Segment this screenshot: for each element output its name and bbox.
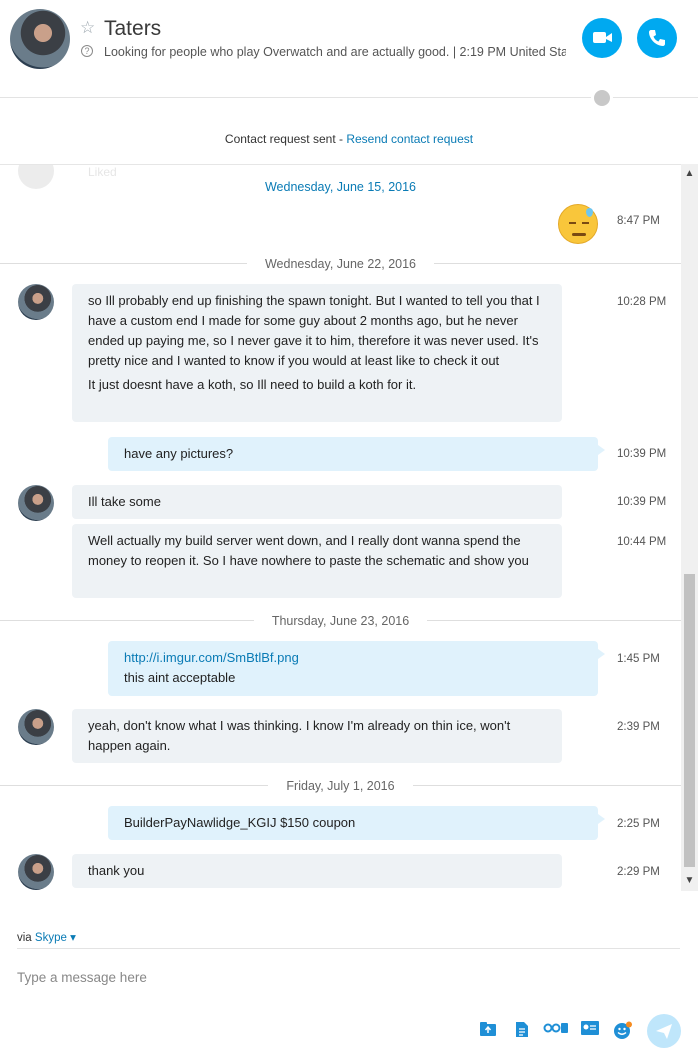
message-text: yeah, don't know what I was thinking. I … — [88, 718, 511, 753]
message-time: 2:25 PM — [617, 818, 660, 830]
date-separator: Wednesday, June 15, 2016 — [0, 180, 681, 194]
video-message-icon[interactable] — [543, 1021, 569, 1041]
message-text: Ill take some — [88, 494, 161, 509]
sender-avatar[interactable] — [18, 284, 54, 320]
message-text: BuilderPayNawlidge_KGIJ $150 coupon — [124, 815, 356, 830]
faded-message: Liked — [88, 165, 117, 179]
message-history[interactable]: Liked Wednesday, June 15, 2016 8:47 PM W… — [0, 164, 698, 891]
message-text: have any pictures? — [124, 446, 234, 461]
conversation-header: ☆ Taters ? Looking for people who play O… — [0, 0, 698, 109]
contact-card-icon[interactable] — [580, 1021, 600, 1041]
outgoing-message[interactable]: http://i.imgur.com/SmBtlBf.png this aint… — [108, 641, 605, 696]
sweat-emoji-icon — [558, 204, 598, 244]
message-time: 2:39 PM — [617, 721, 660, 733]
via-service-selector[interactable]: via Skype ▾ — [17, 930, 76, 944]
mood-message: Looking for people who play Overwatch an… — [104, 45, 566, 59]
video-call-button[interactable] — [582, 18, 622, 58]
emoticon-icon[interactable] — [613, 1021, 633, 1041]
sender-avatar[interactable] — [18, 485, 54, 521]
message-time: 10:28 PM — [617, 296, 667, 308]
message-time: 8:47 PM — [617, 215, 660, 227]
scroll-thumb[interactable] — [684, 574, 695, 867]
video-camera-icon — [593, 32, 612, 43]
incoming-message[interactable]: Well actually my build server went down,… — [72, 524, 562, 598]
favorite-star-icon[interactable]: ☆ — [80, 18, 95, 38]
date-separator: Friday, July 1, 2016 — [0, 779, 681, 793]
outgoing-message[interactable]: have any pictures? — [108, 437, 605, 471]
send-button[interactable] — [647, 1014, 681, 1048]
document-icon[interactable] — [512, 1021, 532, 1041]
globe-icon — [591, 87, 613, 109]
incoming-message[interactable]: so Ill probably end up finishing the spa… — [72, 284, 562, 422]
send-arrow-icon — [656, 1024, 672, 1039]
message-time: 10:39 PM — [617, 448, 667, 460]
message-text: Well actually my build server went down,… — [88, 533, 529, 568]
message-text: thank you — [88, 863, 145, 878]
message-text: this aint acceptable — [124, 670, 236, 685]
chevron-down-icon[interactable]: ▾ — [67, 932, 76, 944]
outgoing-message[interactable]: BuilderPayNawlidge_KGIJ $150 coupon — [108, 806, 605, 840]
message-time: 2:29 PM — [617, 866, 660, 878]
date-separator: Wednesday, June 22, 2016 — [0, 257, 681, 271]
message-input[interactable] — [17, 966, 657, 988]
scroll-up-arrow-icon[interactable]: ▲ — [681, 164, 698, 184]
message-time: 10:39 PM — [617, 496, 667, 508]
incoming-message[interactable]: Ill take some — [72, 485, 562, 519]
contact-name[interactable]: Taters — [104, 17, 161, 41]
message-text: so Ill probably end up finishing the spa… — [88, 293, 540, 368]
compose-divider — [17, 948, 680, 949]
message-time: 1:45 PM — [617, 653, 660, 665]
service-name[interactable]: Skype — [35, 932, 67, 944]
contact-request-bar: Contact request sent - Resend contact re… — [0, 132, 698, 146]
message-time: 10:44 PM — [617, 536, 667, 548]
resend-request-link[interactable]: Resend contact request — [346, 132, 473, 146]
audio-call-button[interactable] — [637, 18, 677, 58]
incoming-message[interactable]: thank you — [72, 854, 562, 888]
incoming-message[interactable]: yeah, don't know what I was thinking. I … — [72, 709, 562, 763]
request-status-text: Contact request sent - — [224, 132, 347, 146]
scroll-down-arrow-icon[interactable]: ▼ — [681, 871, 698, 891]
sender-avatar[interactable] — [18, 709, 54, 745]
send-file-icon[interactable] — [478, 1021, 498, 1041]
mood-message-icon: ? — [81, 45, 93, 57]
sender-avatar[interactable] — [18, 854, 54, 890]
message-text: It just doesnt have a koth, so Ill need … — [88, 377, 417, 392]
contact-avatar[interactable] — [10, 9, 70, 69]
message-link[interactable]: http://i.imgur.com/SmBtlBf.png — [124, 648, 582, 668]
phone-icon — [649, 30, 665, 46]
date-separator: Thursday, June 23, 2016 — [0, 614, 681, 628]
via-label: via — [17, 932, 35, 944]
conversation-scrollbar[interactable]: ▲ ▼ — [681, 164, 698, 891]
